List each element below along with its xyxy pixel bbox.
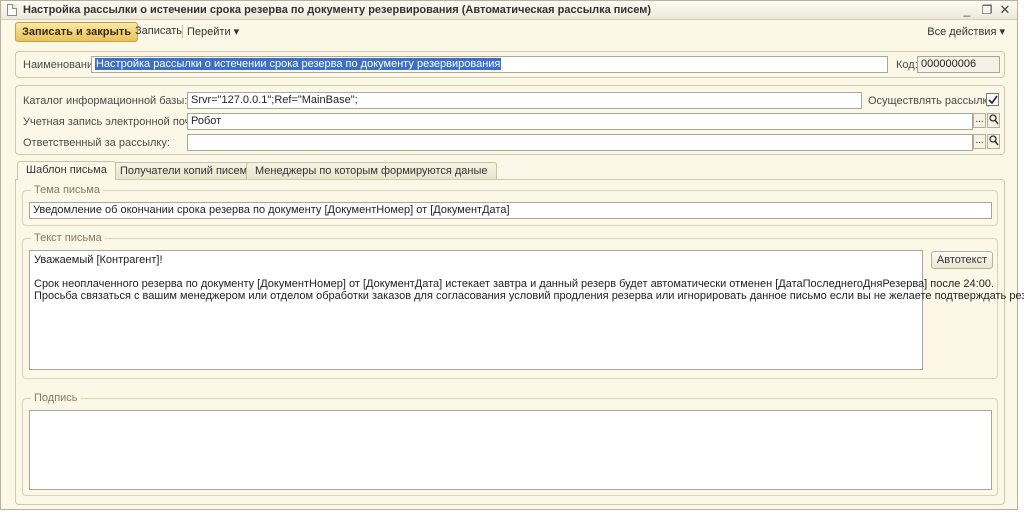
magnifier-icon [988, 114, 999, 125]
title-bar: Настройка рассылки о истечении срока рез… [1, 1, 1017, 20]
maximize-icon[interactable]: ❐ [979, 2, 995, 18]
catalog-label: Каталог информационной базы: [23, 95, 188, 107]
responsible-field[interactable] [187, 134, 973, 151]
email-field[interactable]: Робот [187, 113, 973, 130]
code-field[interactable]: 000000006 [917, 56, 1000, 73]
save-button[interactable]: Записать [135, 25, 182, 37]
signature-group: Подпись [22, 392, 998, 496]
body-line: Срок неоплаченного резерва по документу … [34, 278, 995, 290]
tab-managers[interactable]: Менеджеры по которым формируются даные [246, 162, 497, 179]
body-title: Текст письма [31, 232, 105, 244]
send-label: Осуществлять рассылку: [868, 95, 996, 107]
window-title: Настройка рассылки о истечении срока рез… [23, 4, 652, 16]
code-label: Код: [896, 59, 918, 71]
signature-title: Подпись [31, 392, 81, 404]
signature-textarea[interactable] [29, 410, 992, 490]
magnifier-icon [988, 135, 999, 146]
minimize-icon[interactable]: _ [959, 2, 975, 18]
tab-copy-recipients[interactable]: Получатели копий писем [111, 162, 257, 179]
tab-content: Тема письма Уведомление об окончании сро… [15, 179, 1024, 505]
body-group: Текст письма Уважаемый [Контрагент]! Сро… [22, 232, 1024, 379]
email-search-icon[interactable] [987, 113, 1000, 128]
subject-field[interactable]: Уведомление об окончании срока резерва п… [29, 202, 992, 219]
all-actions-menu-button[interactable]: Все действия ▾ [927, 25, 1005, 38]
autotext-button[interactable]: Автотекст [931, 251, 993, 269]
form-window: Настройка рассылки о истечении срока рез… [0, 0, 1024, 510]
catalog-field[interactable]: Srvr="127.0.0.1";Ref="MainBase"; [187, 92, 862, 109]
responsible-label: Ответственный за рассылку: [23, 137, 170, 149]
subject-title: Тема письма [31, 184, 103, 196]
toolbar-divider [182, 25, 183, 38]
send-checkbox[interactable] [986, 93, 999, 106]
email-choose-button[interactable]: ... [973, 113, 986, 128]
body-line: Просьба связаться с вашим менеджером или… [34, 290, 1024, 302]
document-icon [7, 4, 17, 16]
name-value: Настройка рассылки о истечении срока рез… [95, 58, 502, 70]
name-field[interactable]: Настройка рассылки о истечении срока рез… [91, 56, 888, 73]
save-and-close-button[interactable]: Записать и закрыть [15, 22, 139, 42]
body-line [34, 266, 918, 278]
command-bar: Записать и закрыть Записать Перейти ▾ Вс… [1, 21, 1017, 45]
tab-template[interactable]: Шаблон письма [17, 161, 116, 180]
close-icon[interactable]: ✕ [997, 2, 1013, 18]
subject-group: Тема письма Уведомление об окончании сро… [22, 184, 998, 226]
email-label: Учетная запись электронной почты: [23, 116, 207, 128]
goto-menu-button[interactable]: Перейти ▾ [187, 25, 239, 38]
body-line: Уважаемый [Контрагент]! [34, 254, 163, 266]
checkmark-icon [988, 95, 998, 105]
body-textarea[interactable]: Уважаемый [Контрагент]! Срок неоплаченно… [29, 250, 1024, 370]
responsible-search-icon[interactable] [987, 134, 1000, 149]
responsible-choose-button[interactable]: ... [973, 134, 986, 149]
